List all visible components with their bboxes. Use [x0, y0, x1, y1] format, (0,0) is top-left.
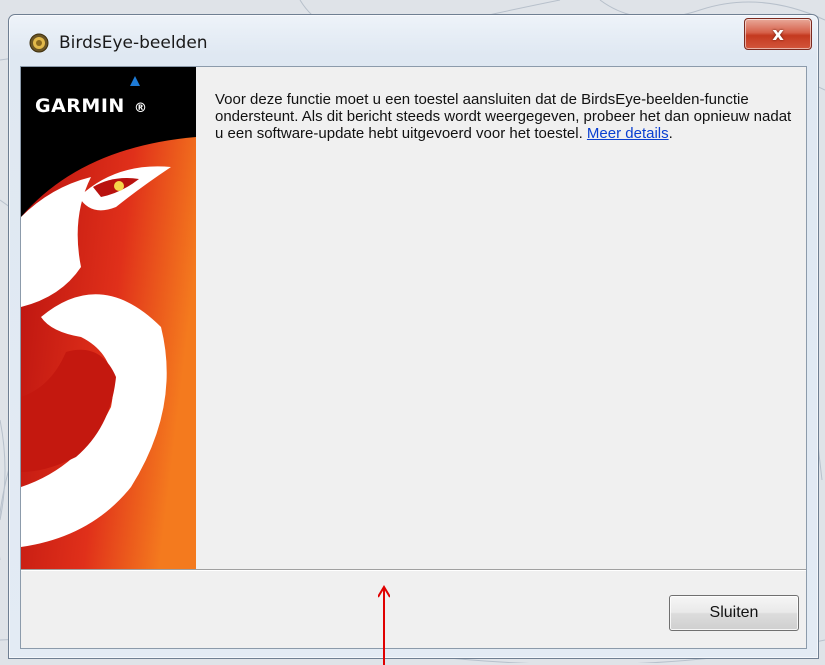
- window-close-button[interactable]: x: [744, 18, 812, 50]
- brand-name: GARMIN: [35, 95, 125, 117]
- birdseye-dialog-window: BirdsEye-beelden x GARMIN ® Voor deze fu…: [8, 14, 819, 659]
- garmin-eagle-logo: [21, 67, 196, 569]
- dialog-content: GARMIN ® Voor deze functie moet u een to…: [20, 66, 807, 649]
- message-text: Voor deze functie moet u een toestel aan…: [215, 91, 795, 142]
- message-body: Voor deze functie moet u een toestel aan…: [215, 91, 792, 142]
- registered-mark: ®: [133, 101, 148, 116]
- garmin-wordmark: GARMIN ®: [35, 95, 147, 117]
- close-dialog-button[interactable]: Sluiten: [669, 595, 799, 631]
- title-bar[interactable]: BirdsEye-beelden x: [9, 15, 818, 65]
- message-period: .: [668, 125, 673, 142]
- garmin-triangle-icon: [130, 76, 140, 86]
- footer-separator: [21, 569, 806, 571]
- window-title: BirdsEye-beelden: [59, 33, 208, 53]
- garmin-banner: GARMIN ®: [21, 67, 196, 569]
- close-icon: x: [772, 23, 784, 45]
- garmin-app-icon: [29, 33, 49, 53]
- more-details-link[interactable]: Meer details: [587, 125, 669, 142]
- red-arrow-annotation: [378, 585, 390, 665]
